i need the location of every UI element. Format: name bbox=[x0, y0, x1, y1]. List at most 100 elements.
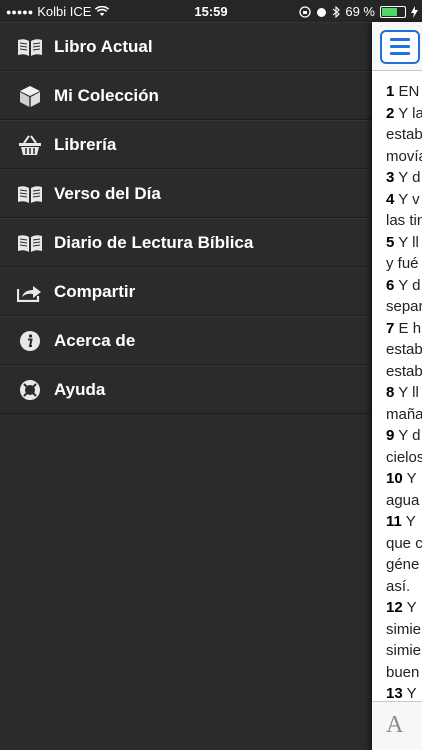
verse-line: 2 Y la bbox=[386, 103, 422, 125]
lifebuoy-icon bbox=[16, 378, 44, 402]
verse-line: 9 Y d bbox=[386, 425, 422, 447]
verse-text-fragment: Y bbox=[405, 513, 416, 530]
verse-line: simie bbox=[386, 619, 422, 641]
verse-text-fragment: EN bbox=[398, 83, 420, 100]
verse-number: 11 bbox=[386, 513, 402, 530]
reader-toolbar bbox=[372, 22, 422, 71]
verse-number: 2 bbox=[386, 104, 395, 122]
verse-text-fragment: estab bbox=[386, 341, 422, 358]
verse-text-fragment: y fué bbox=[386, 255, 419, 272]
verse-text-fragment: Y d bbox=[398, 276, 421, 294]
open-book-icon bbox=[16, 182, 44, 206]
verse-text-fragment: Y d bbox=[398, 427, 421, 444]
verse-line: movía bbox=[386, 146, 422, 168]
verse-number: 3 bbox=[386, 169, 395, 186]
bluetooth-icon bbox=[333, 5, 341, 18]
verse-number: 6 bbox=[386, 276, 395, 294]
menu-item-verso-del-dia[interactable]: Verso del Día bbox=[0, 169, 372, 218]
verse-text-fragment: Y ll bbox=[398, 384, 419, 401]
menu-item-libro-actual[interactable]: Libro Actual bbox=[0, 22, 372, 71]
verse-text-fragment: estab bbox=[386, 362, 422, 380]
verse-text-fragment: Y bbox=[406, 685, 417, 702]
verse-text-fragment: Y ll bbox=[398, 233, 419, 251]
rotation-lock-icon bbox=[299, 5, 312, 18]
verse-line: 10 Y bbox=[386, 468, 422, 490]
status-bar: ●●●●● Kolbi ICE 15:59 69 % bbox=[0, 0, 422, 22]
menu-item-diario-de-lectura[interactable]: Diario de Lectura Bíblica bbox=[0, 218, 372, 267]
verse-line: estab bbox=[386, 339, 422, 361]
verse-text-fragment: E h bbox=[398, 319, 422, 337]
menu-item-label: Acerca de bbox=[54, 330, 136, 350]
verse-text-fragment: cielos bbox=[386, 448, 422, 466]
info-icon bbox=[16, 329, 44, 353]
font-size-button[interactable]: A bbox=[386, 712, 403, 739]
share-icon bbox=[16, 280, 44, 304]
verse-line: estab bbox=[386, 361, 422, 383]
alarm-icon bbox=[317, 7, 327, 17]
verse-line: 12 Y bbox=[386, 597, 422, 619]
verse-text-fragment: separ bbox=[386, 298, 422, 315]
verse-line: 5 Y ll bbox=[386, 232, 422, 254]
menu-item-label: Mi Colección bbox=[54, 85, 159, 105]
battery-percent: 69 % bbox=[345, 4, 375, 19]
verse-text-fragment: Y bbox=[406, 470, 417, 487]
menu-item-acerca-de[interactable]: Acerca de bbox=[0, 316, 372, 365]
verse-text-fragment: Y la bbox=[398, 104, 422, 122]
menu-item-label: Libro Actual bbox=[54, 36, 153, 56]
verse-line: 1 EN bbox=[386, 81, 422, 103]
verse-line: géne bbox=[386, 554, 422, 576]
verse-line: agua bbox=[386, 490, 422, 512]
verse-text-fragment: simie bbox=[386, 642, 422, 659]
verse-line: maña bbox=[386, 404, 422, 426]
verse-text-fragment: estab bbox=[386, 126, 422, 143]
verse-text-fragment: las tin bbox=[386, 212, 422, 229]
verse-line: que c bbox=[386, 533, 422, 555]
verse-text-fragment: así. bbox=[386, 577, 411, 595]
verse-line: 8 Y ll bbox=[386, 382, 422, 404]
menu-item-label: Verso del Día bbox=[54, 183, 161, 203]
verse-text-fragment: buen bbox=[386, 663, 420, 681]
menu-item-compartir[interactable]: Compartir bbox=[0, 267, 372, 316]
verse-text-fragment: simie bbox=[386, 620, 422, 638]
verse-line: 6 Y d bbox=[386, 275, 422, 297]
verse-line: las tin bbox=[386, 210, 422, 232]
menu-item-mi-coleccion[interactable]: Mi Colección bbox=[0, 71, 372, 120]
side-menu: Libro Actual Mi Colección Librería Verso… bbox=[0, 22, 372, 414]
verse-text-fragment: Y d bbox=[398, 169, 421, 186]
verse-number: 5 bbox=[386, 233, 395, 251]
verse-line: así. bbox=[386, 576, 422, 598]
verse-line: buen bbox=[386, 662, 422, 684]
verse-line: 3 Y d bbox=[386, 167, 422, 189]
verse-text-fragment: Y v bbox=[398, 190, 420, 208]
menu-item-label: Librería bbox=[54, 134, 117, 154]
verse-number: 4 bbox=[386, 190, 395, 208]
verse-text-fragment: Y bbox=[406, 599, 417, 616]
verse-number: 9 bbox=[386, 427, 395, 444]
reader-footer: A bbox=[372, 701, 422, 750]
verse-text-fragment: agua bbox=[386, 491, 420, 509]
menu-item-ayuda[interactable]: Ayuda bbox=[0, 365, 372, 414]
verse-text-fragment: géne bbox=[386, 556, 420, 573]
box-icon bbox=[16, 84, 44, 108]
verse-text-fragment: maña bbox=[386, 405, 422, 423]
menu-item-libreria[interactable]: Librería bbox=[0, 120, 372, 169]
verse-line: 11 Y bbox=[386, 511, 422, 533]
menu-item-label: Diario de Lectura Bíblica bbox=[54, 232, 254, 252]
charging-bolt-icon bbox=[411, 5, 418, 18]
basket-icon bbox=[16, 133, 44, 157]
verse-number: 7 bbox=[386, 319, 395, 337]
verse-number: 8 bbox=[386, 384, 395, 401]
verse-number: 13 bbox=[386, 685, 403, 702]
verse-line: y fué bbox=[386, 253, 422, 275]
reader-panel[interactable]: 1 EN2 Y laestabmovía3 Y d4 Y vlas tin5 Y… bbox=[372, 22, 422, 750]
verse-line: simie bbox=[386, 640, 422, 662]
menu-item-label: Ayuda bbox=[54, 379, 106, 399]
verse-line: cielos bbox=[386, 447, 422, 469]
open-book-icon bbox=[16, 231, 44, 255]
verse-line: separ bbox=[386, 296, 422, 318]
verse-line: 7 E h bbox=[386, 318, 422, 340]
menu-toggle-button[interactable] bbox=[380, 30, 420, 64]
verse-text-fragment: que c bbox=[386, 534, 422, 552]
verse-number: 1 bbox=[386, 83, 395, 100]
menu-item-label: Compartir bbox=[54, 281, 136, 301]
